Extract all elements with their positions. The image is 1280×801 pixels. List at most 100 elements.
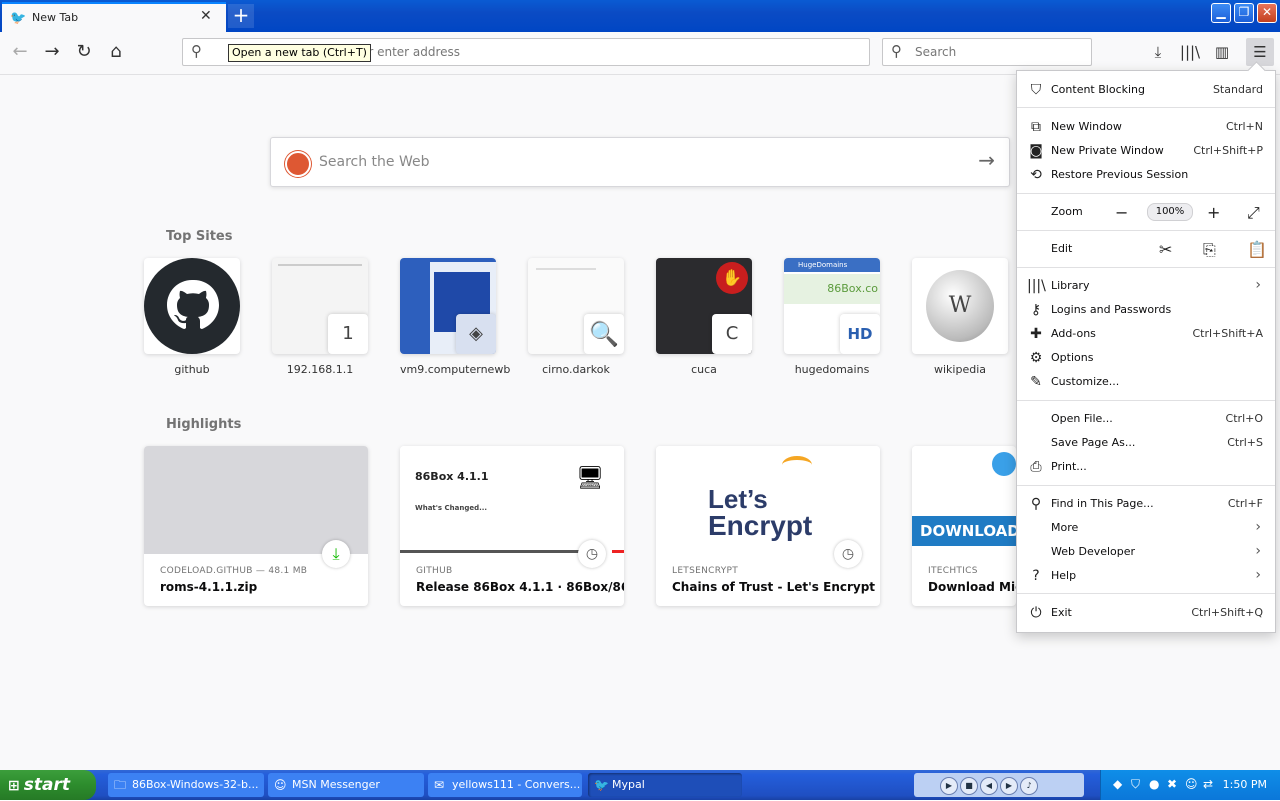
- chevron-right-icon: ›: [1255, 543, 1261, 559]
- top-site-label: vm9.computernewb: [400, 363, 511, 376]
- menu-item-content-blocking[interactable]: ⛉ Content Blocking Standard: [1017, 78, 1275, 102]
- reload-icon[interactable]: ↻: [70, 38, 98, 66]
- top-site-label: wikipedia: [933, 363, 986, 376]
- start-button[interactable]: ⊞ start: [0, 770, 96, 800]
- downloads-icon[interactable]: ⤓: [1144, 38, 1172, 66]
- media-stop-icon[interactable]: ■: [960, 777, 978, 795]
- security-shield-icon[interactable]: ⛉: [1131, 777, 1140, 792]
- menu-item-help[interactable]: ? Help ›: [1017, 564, 1275, 588]
- tab-close-icon[interactable]: ✕: [200, 8, 212, 24]
- tray-icon[interactable]: ✖: [1167, 777, 1177, 791]
- web-search-box[interactable]: Search the Web →: [270, 137, 1010, 187]
- search-submit-icon[interactable]: →: [978, 148, 995, 172]
- menu-item-new-private-window[interactable]: ◙ New Private Window Ctrl+Shift+P: [1017, 139, 1275, 163]
- preview-subtitle: What's Changed...: [415, 504, 488, 512]
- restore-session-icon: ⟲: [1030, 167, 1042, 183]
- forward-icon[interactable]: →: [38, 38, 66, 66]
- menu-item-addons[interactable]: ✚ Add-ons Ctrl+Shift+A: [1017, 322, 1275, 346]
- fullscreen-icon[interactable]: ⤢: [1247, 203, 1260, 223]
- key-icon: ⚷: [1030, 302, 1042, 318]
- highlight-title: roms-4.1.1.zip: [160, 580, 258, 594]
- menu-item-zoom: Zoom − 100% + ⤢: [1051, 203, 1260, 223]
- menu-item-save-page[interactable]: Save Page As... Ctrl+S: [1017, 431, 1275, 455]
- mypal-favicon-icon: 🐦: [10, 11, 27, 26]
- top-site-label: github: [174, 363, 210, 376]
- highlight-title: Chains of Trust - Let's Encrypt: [672, 580, 876, 594]
- library-icon[interactable]: |||\: [1176, 38, 1204, 66]
- tray-icon[interactable]: ◆: [1113, 777, 1122, 791]
- taskbar-item[interactable]: ✉ yellows111 - Convers...: [428, 773, 582, 797]
- menu-item-print[interactable]: ⎙ Print...: [1017, 455, 1275, 479]
- tab-new-tab[interactable]: 🐦 New Tab ✕: [2, 2, 226, 32]
- home-icon[interactable]: ⌂: [102, 38, 130, 66]
- url-placeholder: or enter address: [361, 45, 461, 59]
- top-site-label: 192.168.1.1: [286, 363, 354, 376]
- top-site-github[interactable]: github: [144, 258, 240, 376]
- menu-item-exit[interactable]: ⏻ Exit Ctrl+Shift+Q: [1017, 601, 1275, 625]
- top-site-wikipedia[interactable]: W wikipedia: [912, 258, 1008, 376]
- media-player-toolbar: ▶ ■ ◀ ▶ ♪: [914, 773, 1084, 797]
- highlight-card[interactable]: 86Box 4.1.1 What's Changed... 🖥 ◷ GITHUB…: [400, 446, 624, 606]
- magnifier-icon: 🔍: [584, 314, 624, 354]
- back-icon[interactable]: ←: [6, 38, 34, 66]
- menu-item-web-developer[interactable]: Web Developer ›: [1017, 540, 1275, 564]
- zoom-in-icon[interactable]: +: [1207, 203, 1220, 222]
- menu-item-edit: Edit ✂ ⎘ 📋: [1051, 240, 1267, 260]
- menu-item-more[interactable]: More ›: [1017, 516, 1275, 540]
- clock-icon: ◷: [834, 540, 862, 568]
- top-site-label: hugedomains: [794, 363, 870, 376]
- duckduckgo-icon: [285, 151, 311, 177]
- highlight-source: ITECHTICS: [928, 566, 978, 576]
- media-next-icon[interactable]: ▶: [1000, 777, 1018, 795]
- sidebar-icon[interactable]: ▥: [1208, 38, 1236, 66]
- media-prev-icon[interactable]: ◀: [980, 777, 998, 795]
- media-volume-icon[interactable]: ♪: [1020, 777, 1038, 795]
- search-placeholder: Search: [915, 45, 957, 59]
- top-site-hugedomains[interactable]: HugeDomains 86Box.co HD hugedomains: [784, 258, 880, 376]
- menu-item-customize[interactable]: ✎ Customize...: [1017, 370, 1275, 394]
- menu-item-restore-session[interactable]: ⟲ Restore Previous Session: [1017, 163, 1275, 187]
- tray-icon[interactable]: ●: [1149, 777, 1159, 791]
- menu-item-new-window[interactable]: ⧉ New Window Ctrl+N: [1017, 115, 1275, 139]
- media-play-icon[interactable]: ▶: [940, 777, 958, 795]
- web-search-placeholder: Search the Web: [319, 154, 430, 170]
- top-site-192-168-1-1[interactable]: 1 192.168.1.1: [272, 258, 368, 376]
- taskbar-item-active[interactable]: 🐦 Mypal: [588, 773, 742, 797]
- taskbar: ⊞ start 🗀 86Box-Windows-32-b... ☺ MSN Messe…: [0, 770, 1280, 800]
- minimize-button[interactable]: ▁: [1211, 3, 1231, 23]
- tray-icon[interactable]: ☺: [1185, 777, 1198, 791]
- highlight-card[interactable]: Let’s Encrypt ◷ LETSENCRYPT Chains of Tr…: [656, 446, 880, 606]
- menu-item-logins[interactable]: ⚷ Logins and Passwords: [1017, 298, 1275, 322]
- hamburger-menu-icon[interactable]: ☰: [1246, 38, 1274, 66]
- taskbar-item[interactable]: ☺ MSN Messenger: [268, 773, 424, 797]
- chevron-right-icon: ›: [1255, 277, 1261, 293]
- taskbar-item[interactable]: 🗀 86Box-Windows-32-b...: [108, 773, 264, 797]
- highlight-card[interactable]: ⤓ CODELOAD.GITHUB — 48.1 MB roms-4.1.1.z…: [144, 446, 368, 606]
- library-icon: |||\: [1027, 278, 1046, 294]
- menu-item-open-file[interactable]: Open File... Ctrl+O: [1017, 407, 1275, 431]
- paintbrush-icon: ✎: [1030, 374, 1042, 390]
- clock[interactable]: 1:50 PM: [1223, 778, 1267, 791]
- help-icon: ?: [1032, 568, 1040, 584]
- close-window-button[interactable]: ✕: [1257, 3, 1277, 23]
- highlights-title: Highlights: [166, 417, 242, 432]
- network-icon[interactable]: ⇄: [1203, 777, 1213, 791]
- windows-xp-icon: ◈: [456, 314, 496, 354]
- new-tab-button[interactable]: +: [228, 4, 254, 28]
- top-site-vm9[interactable]: ◈ vm9.computernewb: [400, 258, 511, 376]
- menu-item-options[interactable]: ⚙ Options: [1017, 346, 1275, 370]
- top-site-cuca[interactable]: ✋ C cuca: [656, 258, 752, 376]
- menu-item-find[interactable]: ⚲ Find in This Page... Ctrl+F: [1017, 492, 1275, 516]
- copy-icon[interactable]: ⎘: [1203, 240, 1216, 260]
- top-sites-title: Top Sites: [166, 229, 233, 244]
- top-site-cirno-darkok[interactable]: 🔍 cirno.darkok: [528, 258, 624, 376]
- zoom-reset-button[interactable]: 100%: [1147, 203, 1193, 221]
- search-bar[interactable]: ⚲ Search: [882, 38, 1092, 66]
- highlight-card[interactable]: DOWNLOAD ITECHTICS Download Micro: [912, 446, 1016, 606]
- cut-icon[interactable]: ✂: [1159, 240, 1172, 259]
- hugedomains-domain: 86Box.co: [784, 274, 880, 304]
- menu-item-library[interactable]: |||\ Library ›: [1017, 274, 1275, 298]
- zoom-out-icon[interactable]: −: [1115, 203, 1128, 222]
- paste-icon[interactable]: 📋: [1247, 240, 1267, 259]
- maximize-button[interactable]: ❐: [1234, 3, 1254, 23]
